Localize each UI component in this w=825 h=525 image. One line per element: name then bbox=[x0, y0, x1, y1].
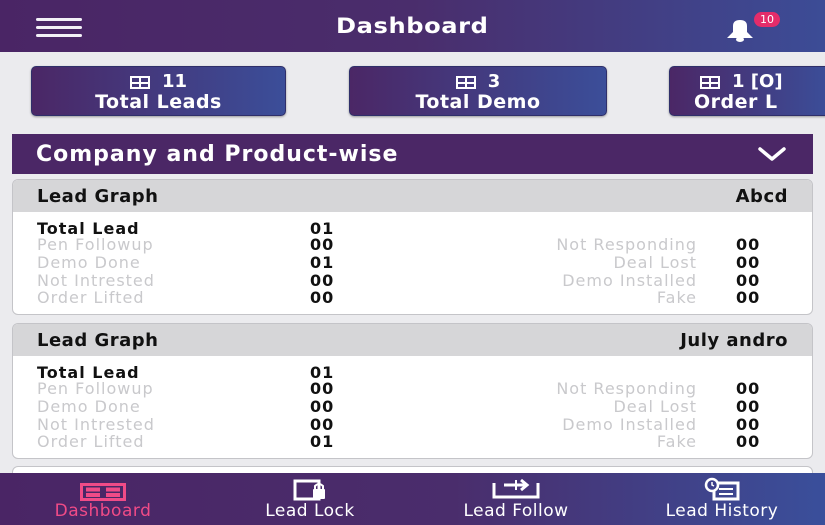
pen-followup-value: 00 bbox=[310, 379, 335, 398]
card-title: Lead Graph bbox=[37, 329, 159, 351]
stat-count: 11 bbox=[161, 71, 188, 92]
dropdown-label: Company and Product-wise bbox=[36, 141, 399, 167]
nav-label: Dashboard bbox=[54, 501, 152, 521]
order-lifted-card[interactable]: 1 [O] Order L bbox=[669, 66, 825, 116]
total-demo-card[interactable]: 3 Total Demo bbox=[349, 66, 607, 116]
not-responding-label: Not Responding bbox=[556, 235, 697, 254]
stat-label: Order L bbox=[694, 91, 778, 113]
order-lifted-value: 00 bbox=[310, 288, 335, 307]
chevron-down-icon bbox=[758, 147, 786, 161]
lead-graph-card[interactable]: Lead Graph July andro Total Lead 01 Pen … bbox=[12, 323, 813, 459]
nav-dashboard[interactable]: Dashboard bbox=[10, 473, 196, 525]
pen-followup-label: Pen Followup bbox=[37, 379, 154, 398]
not-intrested-label: Not Intrested bbox=[37, 271, 155, 290]
grid-icon bbox=[80, 483, 126, 501]
not-responding-value: 00 bbox=[736, 235, 761, 254]
nav-lead-follow[interactable]: Lead Follow bbox=[418, 473, 614, 525]
not-responding-label: Not Responding bbox=[556, 379, 697, 398]
app-screen: Dashboard 10 11 Total Leads 3 Total Demo… bbox=[0, 0, 825, 525]
card-title: Lead Graph bbox=[37, 185, 159, 207]
nav-label: Lead History bbox=[665, 501, 779, 521]
stat-label: Total Demo bbox=[415, 91, 541, 113]
nav-lead-history[interactable]: Lead History bbox=[624, 473, 820, 525]
card-header: Lead Graph July andro bbox=[13, 324, 812, 356]
stat-count: 3 bbox=[487, 71, 501, 92]
deal-lost-value: 00 bbox=[736, 397, 761, 416]
order-lifted-value: 01 bbox=[310, 432, 335, 451]
fake-value: 00 bbox=[736, 432, 761, 451]
order-lifted-label: Order Lifted bbox=[37, 432, 145, 451]
notification-badge: 10 bbox=[754, 12, 780, 27]
not-intrested-label: Not Intrested bbox=[37, 415, 155, 434]
fake-label: Fake bbox=[656, 432, 697, 451]
lead-graph-card[interactable]: Lead Graph Abcd Total Lead 01 Pen Follow… bbox=[12, 179, 813, 315]
deal-lost-label: Deal Lost bbox=[613, 253, 697, 272]
page-title: Dashboard bbox=[336, 14, 489, 38]
grid-icon bbox=[129, 75, 150, 89]
product-name: Abcd bbox=[735, 185, 788, 207]
transfer-icon bbox=[492, 478, 540, 499]
deal-lost-label: Deal Lost bbox=[613, 397, 697, 416]
not-intrested-value: 00 bbox=[310, 415, 335, 434]
nav-label: Lead Lock bbox=[265, 501, 355, 521]
demo-done-label: Demo Done bbox=[37, 253, 141, 272]
deal-lost-value: 00 bbox=[736, 253, 761, 272]
pen-followup-value: 00 bbox=[310, 235, 335, 254]
demo-installed-value: 00 bbox=[736, 415, 761, 434]
demo-installed-value: 00 bbox=[736, 271, 761, 290]
demo-installed-label: Demo Installed bbox=[562, 415, 697, 434]
top-app-bar: Dashboard 10 bbox=[0, 0, 825, 52]
pen-followup-label: Pen Followup bbox=[37, 235, 154, 254]
not-intrested-value: 00 bbox=[310, 271, 335, 290]
fake-value: 00 bbox=[736, 288, 761, 307]
grid-icon bbox=[455, 75, 476, 89]
bell-icon bbox=[727, 20, 753, 42]
card-header: Lead Graph Abcd bbox=[13, 180, 812, 212]
history-icon bbox=[704, 477, 740, 501]
product-name: July andro bbox=[680, 329, 788, 351]
menu-icon[interactable] bbox=[36, 16, 82, 38]
order-lifted-label: Order Lifted bbox=[37, 288, 145, 307]
notifications-button[interactable]: 10 bbox=[724, 12, 780, 44]
grid-icon bbox=[700, 75, 720, 89]
nav-label: Lead Follow bbox=[463, 501, 569, 521]
demo-done-label: Demo Done bbox=[37, 397, 141, 416]
not-responding-value: 00 bbox=[736, 379, 761, 398]
total-leads-card[interactable]: 11 Total Leads bbox=[31, 66, 286, 116]
demo-done-value: 00 bbox=[310, 397, 335, 416]
nav-lead-lock[interactable]: Lead Lock bbox=[222, 473, 398, 525]
card-body: Total Lead 01 Pen Followup 00 Demo Done … bbox=[13, 212, 812, 306]
demo-done-value: 01 bbox=[310, 253, 335, 272]
card-body: Total Lead 01 Pen Followup 00 Demo Done … bbox=[13, 356, 812, 450]
bottom-navigation: Dashboard Lead Lock Lead Follow Lead His… bbox=[0, 473, 825, 525]
stat-label: Total Leads bbox=[95, 91, 222, 113]
fake-label: Fake bbox=[656, 288, 697, 307]
demo-installed-label: Demo Installed bbox=[562, 271, 697, 290]
lock-icon bbox=[293, 479, 325, 501]
company-product-dropdown[interactable]: Company and Product-wise bbox=[12, 134, 813, 174]
stat-count: 1 [O] bbox=[732, 71, 783, 92]
